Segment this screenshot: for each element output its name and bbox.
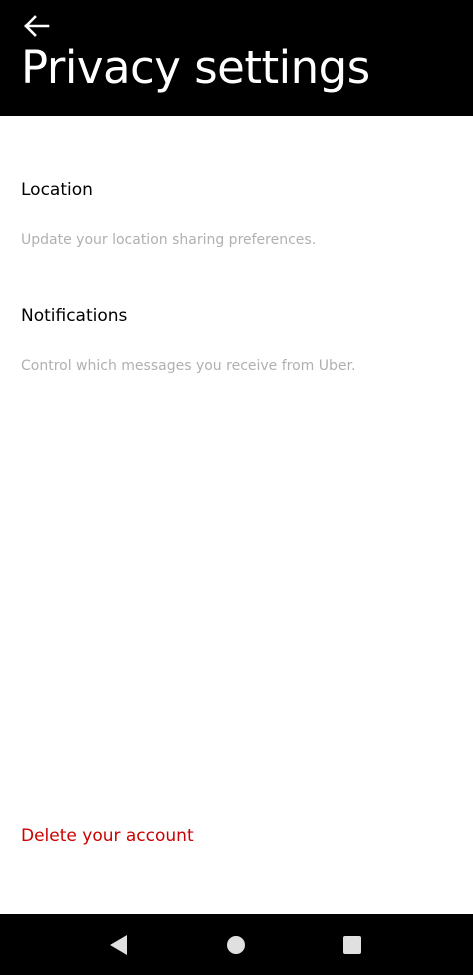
circle-home-icon (227, 936, 245, 954)
location-item[interactable]: Location Update your location sharing pr… (0, 116, 473, 248)
nav-back-button[interactable] (106, 932, 132, 958)
arrow-left-icon (24, 15, 50, 37)
notifications-title: Notifications (21, 306, 128, 326)
notifications-description: Control which messages you receive from … (21, 358, 356, 374)
location-title: Location (21, 180, 93, 200)
system-navigation-bar (0, 914, 473, 975)
page-title: Privacy settings (21, 41, 370, 94)
back-button[interactable] (22, 12, 52, 40)
delete-account-button[interactable]: Delete your account (21, 824, 194, 848)
privacy-settings-screen: Privacy settings Location Update your lo… (0, 0, 473, 975)
triangle-back-icon (110, 935, 127, 955)
nav-recents-button[interactable] (339, 932, 365, 958)
notifications-item[interactable]: Notifications Control which messages you… (0, 242, 473, 374)
header: Privacy settings (0, 0, 473, 116)
square-recents-icon (343, 936, 361, 954)
nav-home-button[interactable] (223, 932, 249, 958)
